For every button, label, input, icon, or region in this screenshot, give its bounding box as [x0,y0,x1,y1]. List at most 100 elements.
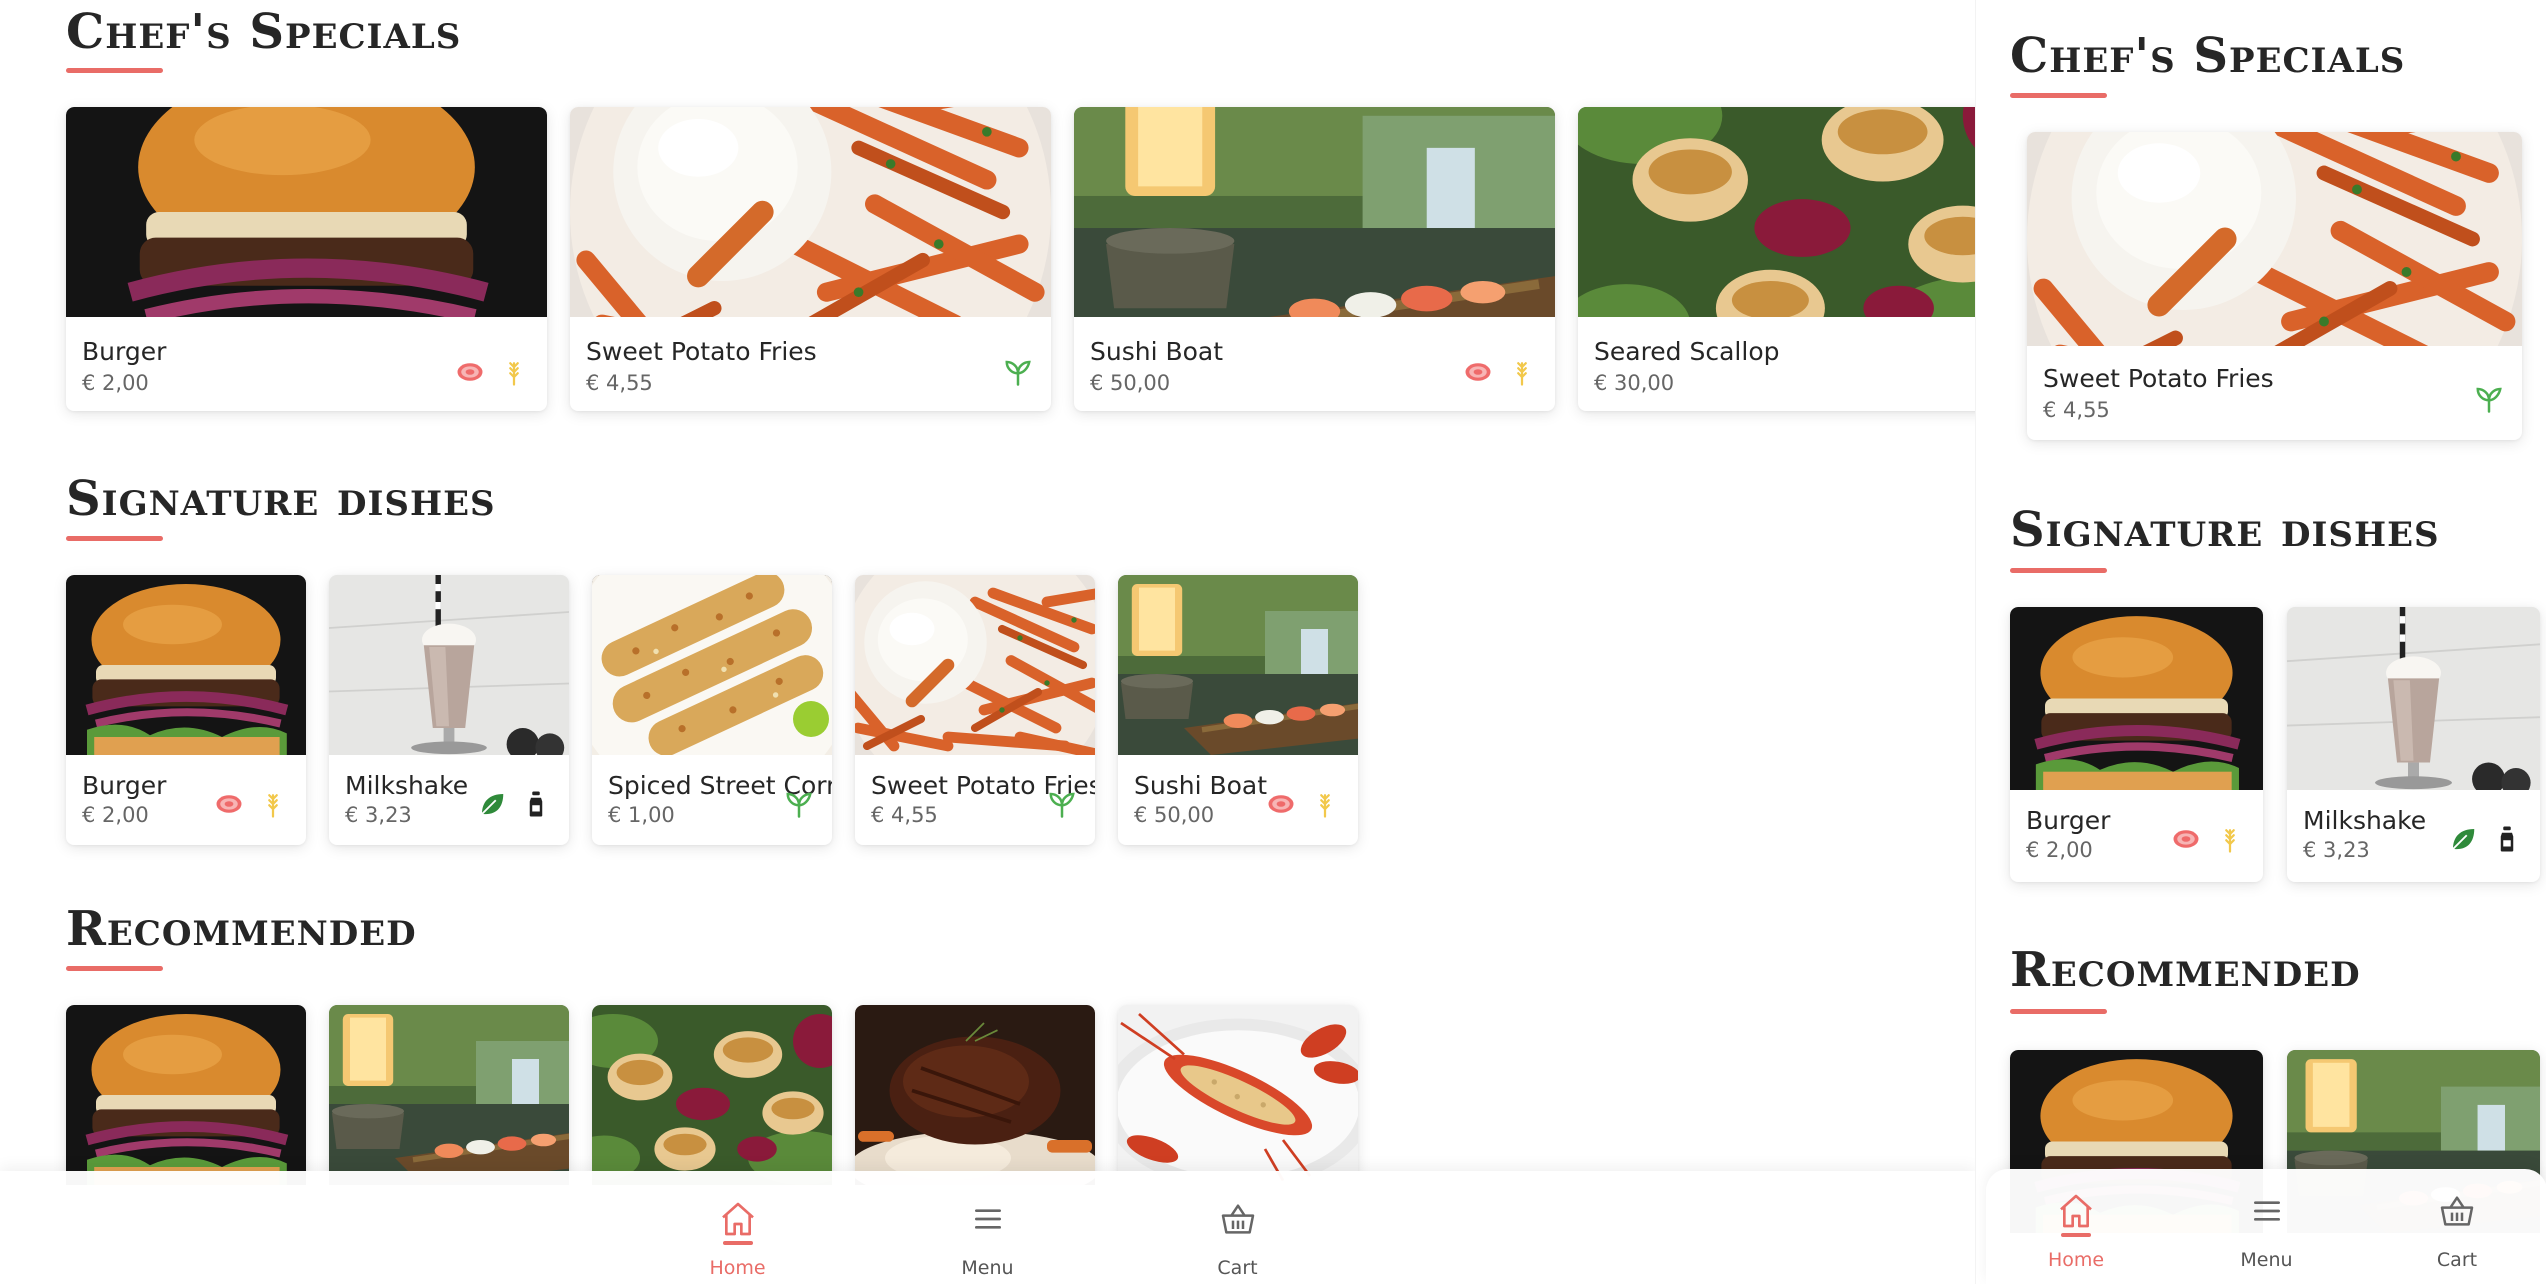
dish-image [1118,575,1358,755]
basket-icon [1221,1204,1254,1234]
wheat-icon [1507,357,1537,387]
dish-card[interactable]: Sushi Boat € 50,00 [1074,107,1555,411]
meat-icon [214,789,244,819]
nav-cart[interactable]: Cart [1113,1171,1363,1284]
dish-price: € 4,55 [871,803,938,827]
dish-price: € 30,00 [1594,371,1675,395]
nav-home[interactable]: Home [613,1171,863,1284]
nav-home[interactable]: Home [1996,1169,2156,1284]
section-underline [66,68,163,73]
dish-card[interactable]: Sweet Potato Fries € 4,55 [570,107,1051,411]
section-underline [66,966,163,971]
dish-name: Burger [82,771,167,800]
section-title-chefs-specials: Chef's Specials [2010,28,2406,84]
wheat-icon [258,789,288,819]
dish-card[interactable]: Burger € 2,00 [66,107,547,411]
dish-image [855,1005,1095,1185]
dish-image [329,575,569,755]
leaf-icon [477,789,507,819]
dish-image [66,1005,306,1185]
dish-price: € 2,00 [82,371,149,395]
leaf-icon [2448,824,2478,854]
bottom-nav: Home Menu Cart [0,1171,1975,1284]
active-indicator [722,1241,753,1245]
meat-icon [2171,824,2201,854]
bottle-icon [521,789,551,819]
dietary-icons [214,789,288,819]
vegan-sprout-icon [2474,384,2504,414]
dietary-icons [455,357,529,387]
dish-name: Burger [2026,806,2111,835]
section-title-signature-dishes: Signature dishes [66,471,496,527]
dish-card[interactable]: Sweet Potato Fries € 4,55 [2027,132,2522,440]
meat-icon [1266,789,1296,819]
dish-price: € 2,00 [82,803,149,827]
nav-cart-label: Cart [1217,1257,1258,1279]
dietary-icons [2448,824,2522,854]
section-title-chefs-specials: Chef's Specials [66,4,462,60]
dietary-icons [2474,384,2504,414]
active-indicator [2061,1233,2091,1237]
dish-price: € 50,00 [1134,803,1215,827]
nav-menu[interactable]: Menu [863,1171,1113,1284]
meat-icon [1463,357,1493,387]
dish-price: € 4,55 [586,371,653,395]
meat-icon [455,357,485,387]
dish-name: Milkshake [345,771,469,800]
dish-card[interactable]: Milkshake € 3,23 [329,575,569,845]
dietary-icons [784,789,814,819]
dietary-icons [477,789,551,819]
home-icon [721,1202,754,1236]
basket-icon [2440,1196,2474,1226]
dish-card[interactable]: Sweet Potato Fries € 4,55 [855,575,1095,845]
dish-price: € 3,23 [345,803,412,827]
dish-card[interactable]: Sushi Boat € 50,00 [1118,575,1358,845]
dish-image [2287,607,2540,790]
dish-image [66,107,547,317]
dish-card[interactable]: Seared Scallop € 30,00 [1578,107,1975,411]
nav-cart-label: Cart [2436,1249,2478,1271]
nav-cart[interactable]: Cart [2377,1169,2537,1284]
dietary-icons [1003,357,1033,387]
dish-card[interactable]: Milkshake € 3,23 [2287,607,2540,882]
vegan-sprout-icon [1047,789,1077,819]
nav-menu-label: Menu [2240,1249,2293,1271]
dish-image [592,575,832,755]
dish-name: Milkshake [2303,806,2427,835]
dish-price: € 3,23 [2303,838,2370,862]
dish-image [2027,132,2522,346]
wheat-icon [1310,789,1340,819]
nav-home-label: Home [2047,1249,2105,1271]
nav-home-label: Home [709,1257,766,1279]
wheat-icon [499,357,529,387]
dish-name: Seared Scallop [1594,337,1780,366]
dish-image [1578,107,1975,317]
main-pane: Chef's Specials Burger € 2,00 Sweet Potat… [0,0,1975,1284]
dish-image [1118,1005,1358,1185]
dish-image [329,1005,569,1185]
home-icon [2060,1194,2092,1228]
vegan-sprout-icon [1003,357,1033,387]
nav-menu[interactable]: Menu [2187,1169,2347,1284]
dish-image [855,575,1095,755]
dish-price: € 50,00 [1090,371,1171,395]
wheat-icon [2215,824,2245,854]
bottle-icon [2492,824,2522,854]
dish-card[interactable]: Spiced Street Corn € 1,00 [592,575,832,845]
dish-image [66,575,306,755]
dish-price: € 1,00 [608,803,675,827]
dish-name: Sweet Potato Fries [586,337,817,366]
mobile-preview-pane: Chef's Specials Sweet Potato Fries € 4,55… [1975,0,2546,1284]
dish-price: € 4,55 [2043,398,2110,422]
section-underline [2010,1009,2107,1014]
dish-name: Sweet Potato Fries [2043,364,2274,393]
dish-name: Sushi Boat [1134,771,1268,800]
menu-icon [2253,1201,2280,1221]
dish-card[interactable]: Burger € 2,00 [2010,607,2263,882]
dish-card[interactable]: Burger € 2,00 [66,575,306,845]
section-title-signature-dishes: Signature dishes [2010,502,2440,558]
menu-icon [974,1209,1001,1229]
dish-price: € 2,00 [2026,838,2093,862]
